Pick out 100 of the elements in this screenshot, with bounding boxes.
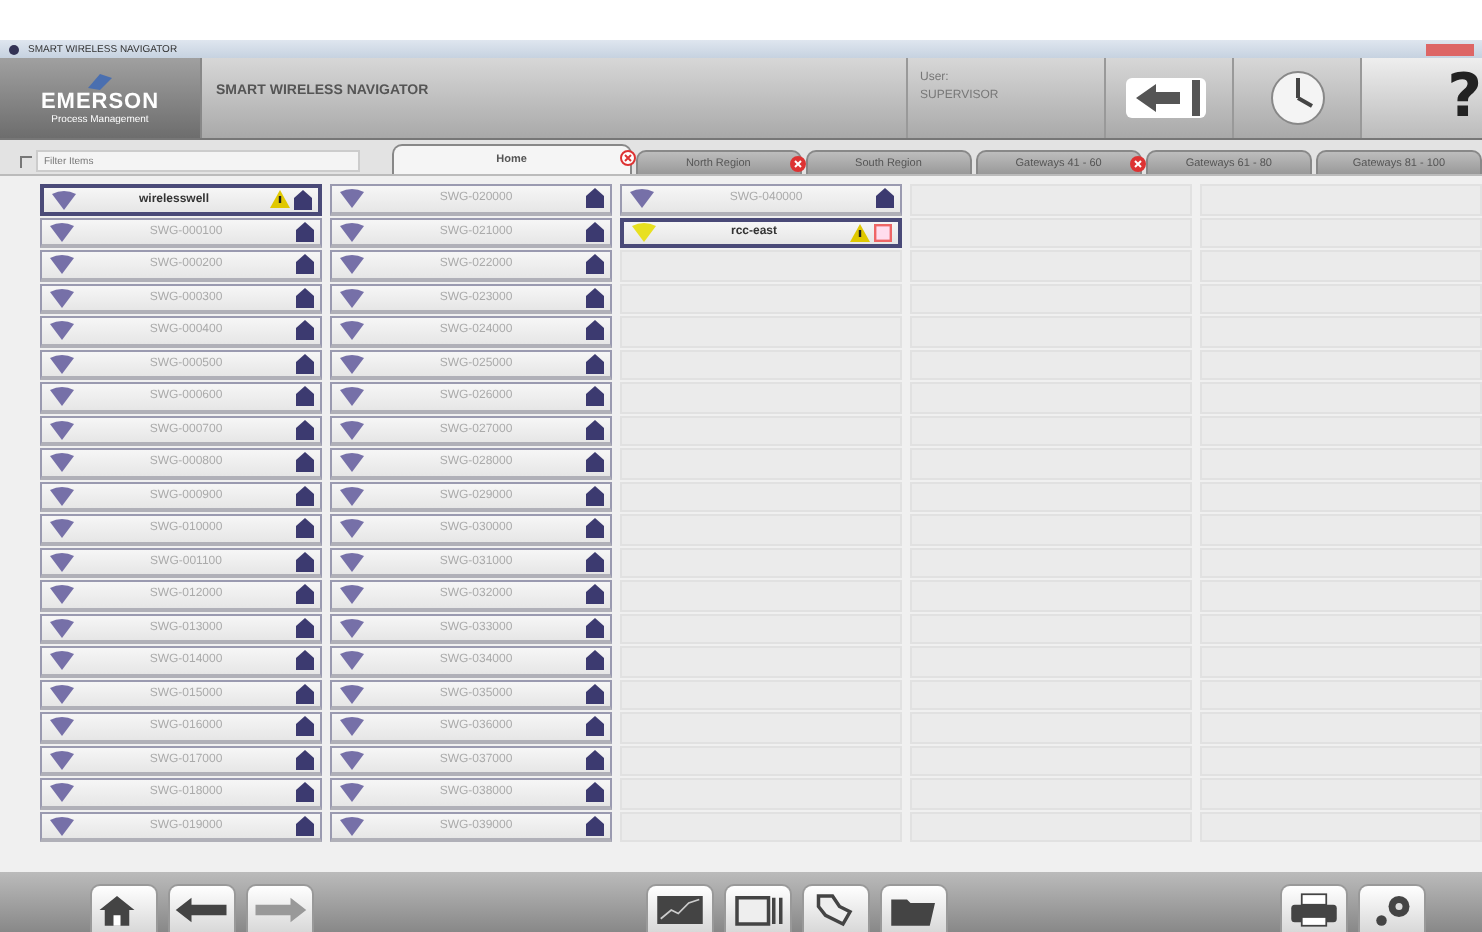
wireless-icon (48, 485, 76, 506)
house-icon (586, 749, 604, 770)
house-icon (294, 189, 312, 210)
house-icon (586, 221, 604, 242)
house-icon (586, 452, 604, 473)
house-icon (586, 584, 604, 605)
house-icon (586, 485, 604, 506)
wireless-icon (338, 287, 366, 308)
close-icon[interactable] (619, 150, 636, 166)
close-icon[interactable] (1129, 156, 1146, 172)
wireless-icon (338, 353, 366, 374)
wireless-icon (48, 782, 76, 803)
house-icon (296, 221, 314, 242)
wireless-icon (48, 617, 76, 638)
wireless-icon (48, 287, 76, 308)
house-icon (586, 782, 604, 803)
house-icon (296, 254, 314, 275)
map-button[interactable] (802, 884, 870, 932)
wireless-icon (630, 222, 658, 243)
wireless-icon (48, 419, 76, 440)
logo-text: EMERSON (40, 91, 160, 113)
wireless-icon (338, 320, 366, 341)
help-button[interactable]: ? (1362, 58, 1482, 138)
house-icon (296, 386, 314, 407)
house-icon (296, 716, 314, 737)
house-icon (296, 551, 314, 572)
wireless-icon (338, 782, 366, 803)
app-icon (8, 43, 20, 55)
house-icon (296, 287, 314, 308)
printer-button[interactable] (1280, 884, 1348, 932)
house-icon (586, 650, 604, 671)
window-stack-button[interactable] (724, 884, 792, 932)
wireless-icon (338, 584, 366, 605)
house-icon (586, 188, 604, 209)
house-icon (586, 716, 604, 737)
status-square-icon (874, 222, 892, 243)
house-icon (586, 518, 604, 539)
checkbox[interactable] (20, 155, 32, 167)
wireless-icon (50, 189, 78, 210)
house-icon (586, 287, 604, 308)
line-chart-button[interactable] (646, 884, 714, 932)
wireless-icon (48, 584, 76, 605)
wireless-icon (338, 386, 366, 407)
wireless-icon (48, 518, 76, 539)
wireless-icon (48, 386, 76, 407)
wireless-icon (338, 716, 366, 737)
house-icon (296, 320, 314, 341)
close-icon[interactable] (789, 156, 806, 172)
house-icon (296, 353, 314, 374)
house-icon (586, 254, 604, 275)
wireless-icon (48, 221, 76, 242)
clock-icon (1267, 68, 1327, 128)
house-icon (296, 749, 314, 770)
house-icon (586, 353, 604, 374)
wireless-icon (48, 551, 76, 572)
house-icon (296, 617, 314, 638)
home-button[interactable] (90, 884, 158, 932)
house-icon (296, 518, 314, 539)
wireless-icon (338, 749, 366, 770)
house-icon (296, 419, 314, 440)
house-icon (586, 386, 604, 407)
wireless-icon (338, 650, 366, 671)
wireless-icon (338, 485, 366, 506)
emblem-icon (84, 71, 116, 91)
wireless-icon (338, 221, 366, 242)
gear-button[interactable] (1358, 884, 1426, 932)
printer-icon (1286, 889, 1342, 929)
house-icon (296, 452, 314, 473)
house-icon (586, 320, 604, 341)
wireless-icon (48, 716, 76, 737)
house-icon (296, 650, 314, 671)
wireless-icon (48, 749, 76, 770)
house-icon (586, 683, 604, 704)
house-icon (296, 683, 314, 704)
wireless-icon (338, 419, 366, 440)
house-icon (586, 419, 604, 440)
wireless-icon (48, 650, 76, 671)
wireless-icon (338, 617, 366, 638)
house-icon (586, 617, 604, 638)
house-icon (586, 815, 604, 836)
wireless-icon (628, 188, 656, 209)
wireless-icon (48, 254, 76, 275)
wireless-icon (48, 815, 76, 836)
house-icon (296, 485, 314, 506)
house-icon (296, 584, 314, 605)
close-icon[interactable] (1426, 43, 1474, 55)
wireless-icon (48, 683, 76, 704)
house-icon (296, 782, 314, 803)
wireless-icon (48, 320, 76, 341)
wireless-icon (338, 518, 366, 539)
wireless-icon (338, 188, 366, 209)
wireless-icon (338, 683, 366, 704)
house-icon (586, 551, 604, 572)
wireless-icon (338, 452, 366, 473)
wireless-icon (338, 551, 366, 572)
left-arrow-button[interactable] (168, 884, 236, 932)
wireless-icon (338, 254, 366, 275)
wireless-icon (48, 353, 76, 374)
folder-button[interactable] (880, 884, 948, 932)
house-icon (876, 188, 894, 209)
